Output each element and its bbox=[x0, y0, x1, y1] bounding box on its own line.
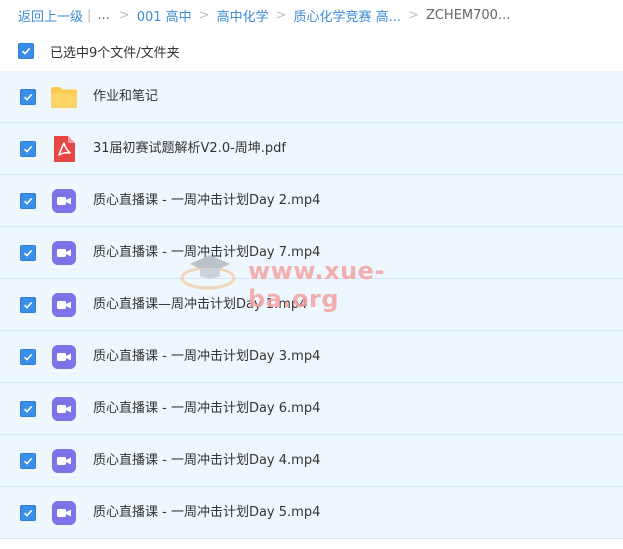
file-name[interactable]: 31届初赛试题解析V2.0-周坤.pdf bbox=[93, 123, 286, 174]
video-file-icon bbox=[52, 189, 76, 213]
select-all-bar: 已选中9个文件/文件夹 bbox=[18, 40, 180, 62]
video-file-icon bbox=[52, 501, 76, 525]
file-row[interactable]: 31届初赛试题解析V2.0-周坤.pdf bbox=[0, 123, 623, 175]
file-row[interactable]: 质心直播课 - 一周冲击计划Day 6.mp4 bbox=[0, 383, 623, 435]
checkbox-checked-icon bbox=[23, 145, 33, 153]
row-checkbox[interactable] bbox=[20, 141, 36, 157]
file-row[interactable]: 质心直播课 - 一周冲击计划Day 4.mp4 bbox=[0, 435, 623, 487]
breadcrumb-separator-icon: > bbox=[198, 7, 210, 23]
file-name[interactable]: 质心直播课 - 一周冲击计划Day 2.mp4 bbox=[93, 175, 320, 226]
breadcrumb-current: ZCHEM700... bbox=[425, 7, 511, 23]
row-checkbox[interactable] bbox=[20, 349, 36, 365]
checkbox-checked-icon bbox=[21, 47, 31, 55]
checkbox-checked-icon bbox=[23, 405, 33, 413]
row-checkbox[interactable] bbox=[20, 401, 36, 417]
video-file-icon bbox=[52, 241, 76, 265]
selection-count-label: 已选中9个文件/文件夹 bbox=[50, 45, 180, 61]
file-name[interactable]: 作业和笔记 bbox=[93, 71, 158, 122]
breadcrumb-item[interactable]: 001 高中 bbox=[137, 6, 192, 25]
folder-icon bbox=[51, 87, 77, 108]
video-file-icon bbox=[52, 293, 76, 317]
breadcrumb-item[interactable]: 高中化学 bbox=[217, 6, 269, 25]
file-name[interactable]: 质心直播课 - 一周冲击计划Day 6.mp4 bbox=[93, 383, 320, 434]
back-link[interactable]: 返回上一级 bbox=[18, 6, 83, 25]
pdf-file-icon bbox=[54, 136, 75, 162]
file-row[interactable]: 作业和笔记 bbox=[0, 71, 623, 123]
video-file-icon bbox=[52, 397, 76, 421]
breadcrumb-separator-icon: > bbox=[118, 7, 130, 23]
file-row[interactable]: 质心直播课 - 一周冲击计划Day 7.mp4 bbox=[0, 227, 623, 279]
row-checkbox[interactable] bbox=[20, 453, 36, 469]
file-name[interactable]: 质心直播课 - 一周冲击计划Day 3.mp4 bbox=[93, 331, 320, 382]
row-checkbox[interactable] bbox=[20, 193, 36, 209]
file-name[interactable]: 质心直播课 - 一周冲击计划Day 7.mp4 bbox=[93, 227, 320, 278]
checkbox-checked-icon bbox=[23, 249, 33, 257]
breadcrumb-separator-icon: > bbox=[275, 7, 287, 23]
file-row[interactable]: 质心直播课 - 一周冲击计划Day 5.mp4 bbox=[0, 487, 623, 539]
breadcrumb-item[interactable]: 质心化学竞赛 高... bbox=[294, 6, 402, 25]
row-checkbox[interactable] bbox=[20, 245, 36, 261]
file-row[interactable]: 质心直播课 - 一周冲击计划Day 3.mp4 bbox=[0, 331, 623, 383]
file-name[interactable]: 质心直播课 - 一周冲击计划Day 4.mp4 bbox=[93, 435, 320, 486]
file-name[interactable]: 质心直播课 - 一周冲击计划Day 5.mp4 bbox=[93, 487, 320, 538]
checkbox-checked-icon bbox=[23, 353, 33, 361]
row-checkbox[interactable] bbox=[20, 297, 36, 313]
checkbox-checked-icon bbox=[23, 301, 33, 309]
checkbox-checked-icon bbox=[23, 509, 33, 517]
breadcrumb-ellipsis[interactable]: ... bbox=[97, 8, 109, 23]
checkbox-checked-icon bbox=[23, 197, 33, 205]
file-row[interactable]: 质心直播课 - 一周冲击计划Day 2.mp4 bbox=[0, 175, 623, 227]
checkbox-checked-icon bbox=[23, 93, 33, 101]
video-file-icon bbox=[52, 345, 76, 369]
file-list: 作业和笔记 31届初赛试题解析V2.0-周坤.pdf 质心直播课 - 一周冲击计… bbox=[0, 71, 623, 539]
breadcrumb-divider: | bbox=[87, 7, 92, 23]
select-all-checkbox[interactable] bbox=[18, 43, 34, 59]
row-checkbox[interactable] bbox=[20, 89, 36, 105]
video-file-icon bbox=[52, 449, 76, 473]
breadcrumb-separator-icon: > bbox=[408, 7, 419, 23]
file-row[interactable]: 质心直播课—周冲击计划Day 1.mp4 bbox=[0, 279, 623, 331]
file-name[interactable]: 质心直播课—周冲击计划Day 1.mp4 bbox=[93, 279, 307, 330]
row-checkbox[interactable] bbox=[20, 505, 36, 521]
checkbox-checked-icon bbox=[23, 457, 33, 465]
breadcrumb: 返回上一级 | ... > 001 高中 > 高中化学 > 质心化学竞赛 高..… bbox=[18, 4, 623, 26]
